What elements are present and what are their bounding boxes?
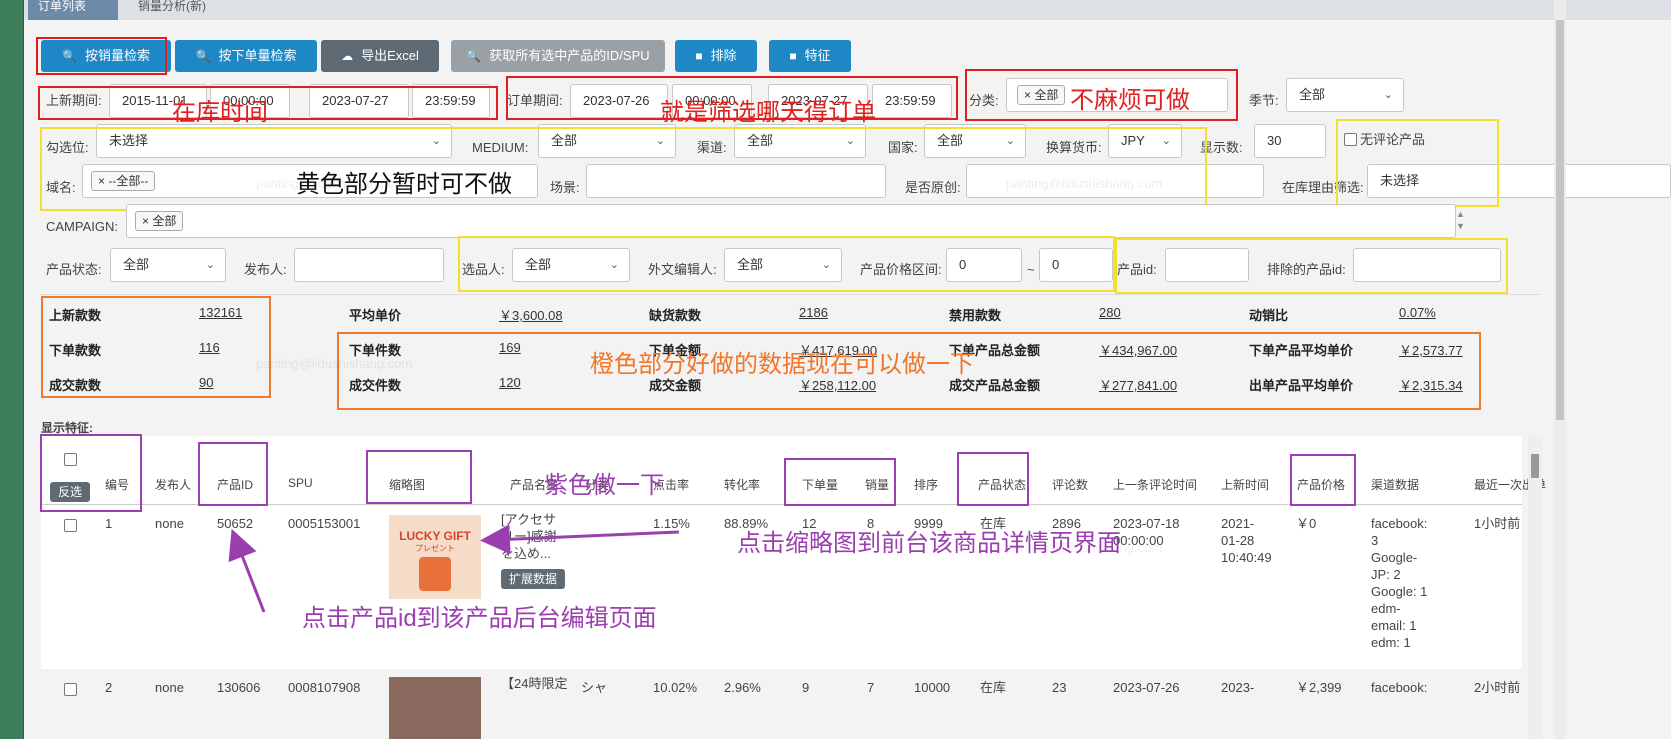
watermark: panting@lidushishang.com — [1006, 540, 1163, 555]
left-sidebar-strip — [0, 0, 24, 739]
watermark: panting@lidushishang.com — [256, 176, 413, 191]
page-scrollbar-thumb[interactable] — [1556, 20, 1564, 420]
main-panel: 订单列表 销量分析(新) 🔍 按销量检索 🔍 按下单量检索 ☁ 导出Excel 🔍 获取… — [24, 0, 1671, 739]
annotation-arrows — [228, 524, 680, 613]
watermark: panting@lidushishang.com — [256, 356, 413, 371]
arrow-to-product-id — [228, 528, 266, 613]
page-scrollbar[interactable] — [1554, 0, 1566, 739]
watermark: panting@lidushishang.com — [1006, 176, 1163, 191]
arrow-to-thumbnail — [480, 524, 680, 555]
